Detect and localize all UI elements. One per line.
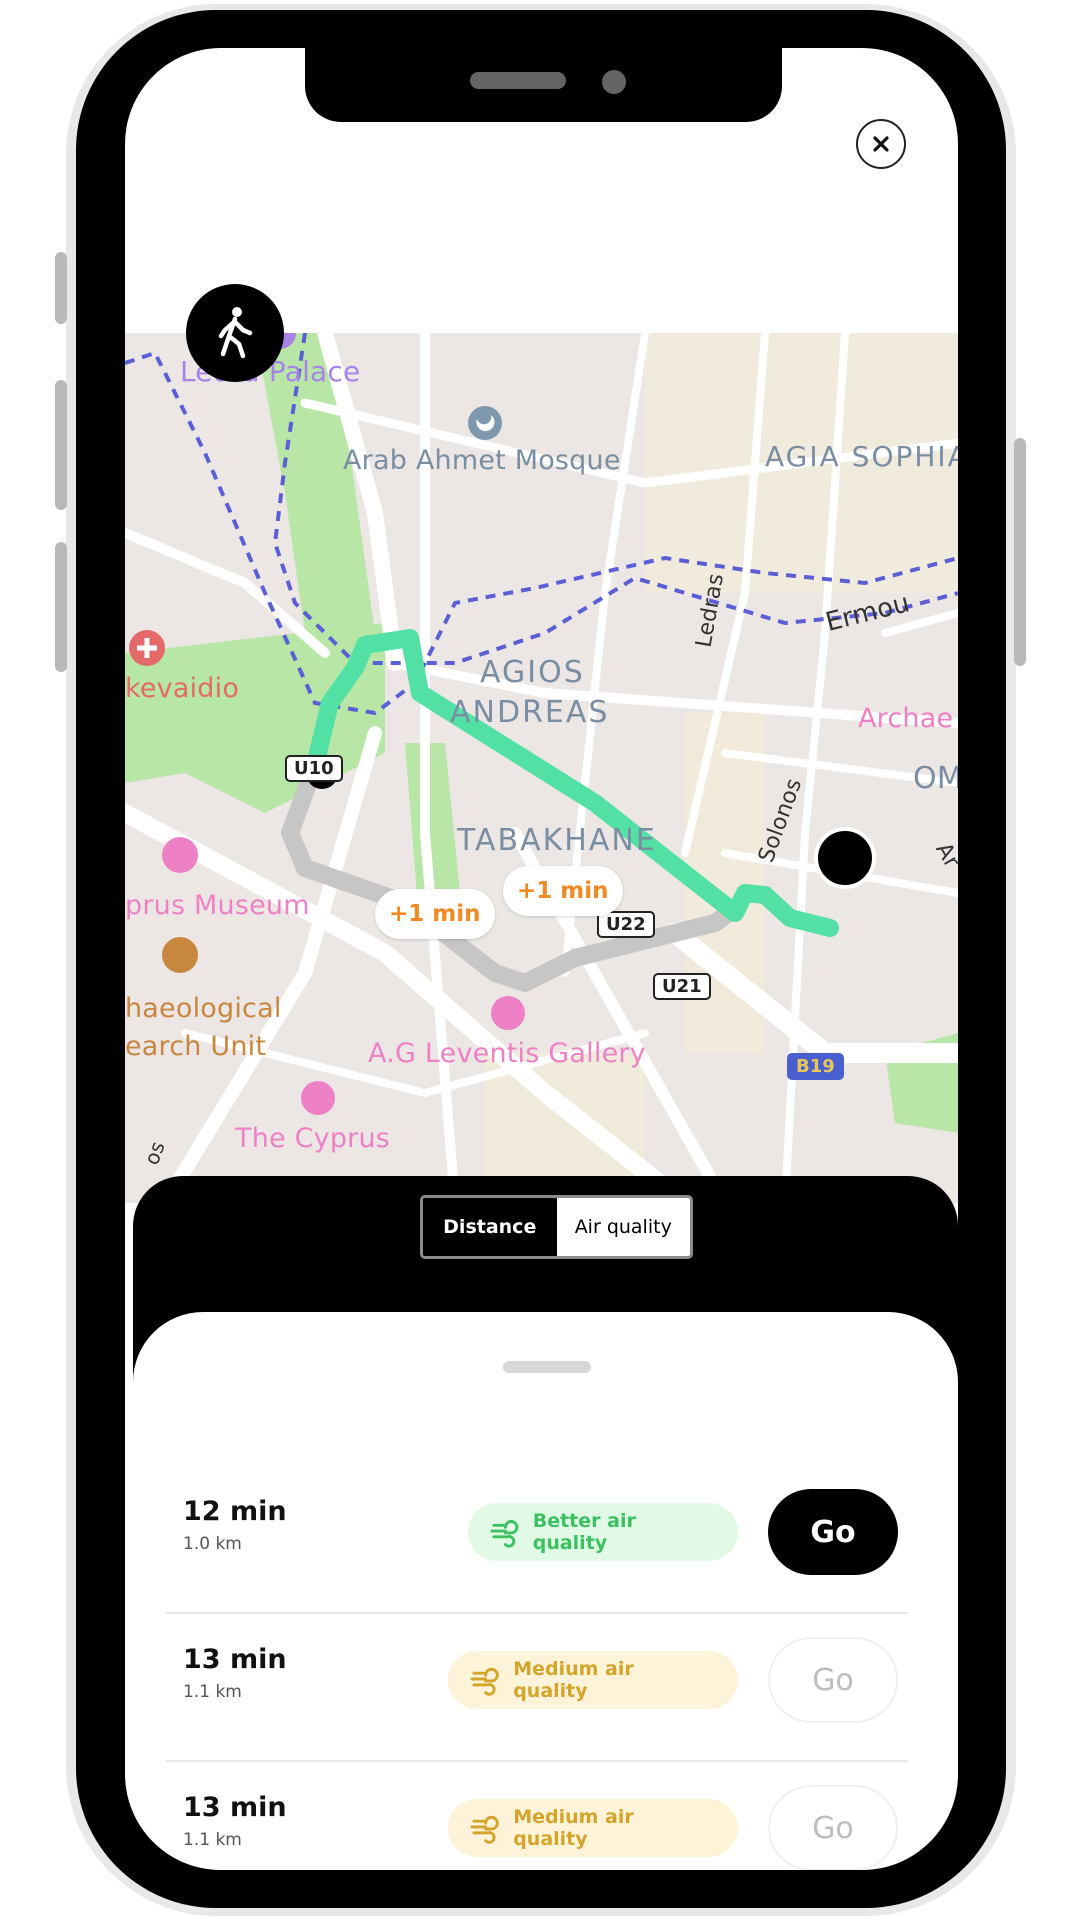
power-button [1014,438,1026,666]
museum-poi-icon [162,837,198,873]
map-label: AGIOS [480,655,585,690]
route-duration: 13 min [183,1792,287,1823]
route-map[interactable]: Ledra Palace Arab Ahmet Mosque AGIA SOPH… [125,333,958,1203]
air-quality-label: Medium air quality [513,1658,634,1702]
row-divider [166,1612,908,1614]
front-camera [602,70,626,94]
road-badge: U10 [285,755,343,782]
notch [305,48,782,122]
route-option-row[interactable]: 13 min 1.1 km Medium air quality Go [178,1768,918,1870]
drag-handle[interactable] [503,1361,591,1373]
speaker-grille [470,72,566,89]
go-button[interactable]: Go [768,1637,898,1723]
go-button[interactable]: Go [768,1785,898,1870]
route-duration: 13 min [183,1644,287,1675]
route-destination-marker[interactable] [814,827,876,889]
sort-option-distance[interactable]: Distance [423,1198,557,1256]
wind-icon [470,1815,499,1844]
wind-icon [490,1520,519,1548]
mute-switch [55,252,67,324]
air-quality-label: Medium air quality [513,1806,634,1850]
map-label: Arab Ahmet Mosque [343,445,621,476]
route-distance: 1.0 km [183,1534,242,1554]
education-poi-icon [162,937,198,973]
map-label: OM [913,761,958,796]
air-quality-badge: Medium air quality [448,1799,738,1857]
map-label: earch Unit [125,1031,267,1062]
route-distance: 1.1 km [183,1830,242,1850]
volume-up-button [55,380,67,510]
route-list-card: 12 min 1.0 km Better air quality Go 13 m… [133,1312,958,1870]
route-delay-pill[interactable]: +1 min [503,866,623,916]
row-divider [166,1760,908,1762]
volume-down-button [55,542,67,672]
road-badge: B19 [787,1053,844,1080]
route-distance: 1.1 km [183,1682,242,1702]
map-label: kevaidio [125,673,240,704]
road-badge: U21 [653,973,711,1000]
map-label: TABAKHANE [457,823,657,858]
map-label: The Cyprus [235,1123,391,1154]
map-label: haeological [125,993,282,1024]
map-label: ANDREAS [450,695,610,730]
wind-icon [470,1667,499,1696]
theatre-poi-icon [301,1081,335,1115]
map-label: prus Museum [125,890,310,921]
sort-option-air-quality[interactable]: Air quality [556,1198,690,1256]
route-option-row[interactable]: 12 min 1.0 km Better air quality Go [178,1472,918,1592]
air-quality-badge: Better air quality [468,1503,738,1561]
gallery-poi-icon [491,996,525,1030]
air-quality-badge: Medium air quality [448,1651,738,1709]
road-badge: U22 [597,911,655,938]
mosque-poi-icon [468,406,502,440]
route-option-row[interactable]: 13 min 1.1 km Medium air quality Go [178,1620,918,1740]
walk-mode-button[interactable] [186,284,284,382]
walking-person-icon [218,307,253,359]
map-label: A.G Leventis Gallery [368,1038,646,1069]
go-button[interactable]: Go [768,1489,898,1575]
map-label: AGIA SOPHIA [765,440,958,473]
sort-toggle: Distance Air quality [420,1195,693,1259]
air-quality-label: Better air quality [532,1510,636,1554]
map-label: Archae [858,703,954,734]
close-button[interactable] [856,119,906,169]
phone-screen: Ledra Palace Arab Ahmet Mosque AGIA SOPH… [125,48,958,1870]
route-delay-pill[interactable]: +1 min [375,889,495,939]
close-icon [873,136,889,152]
route-duration: 12 min [183,1496,287,1527]
